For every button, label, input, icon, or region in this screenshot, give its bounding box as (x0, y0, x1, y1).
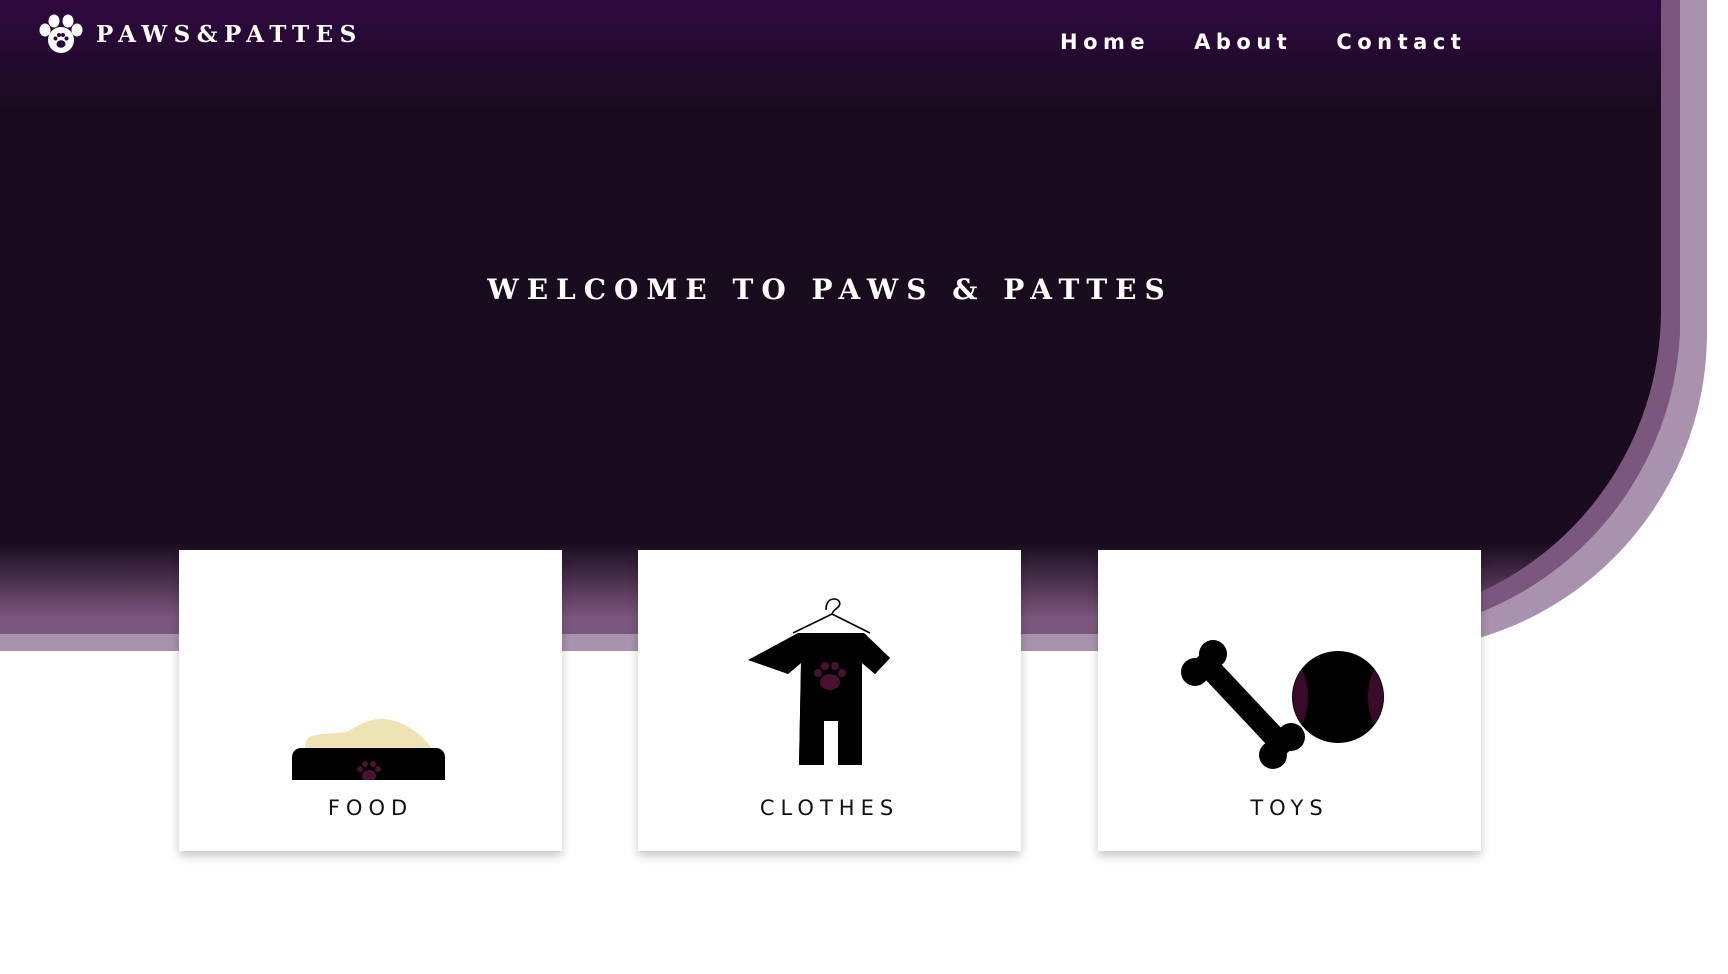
nav-link-about[interactable]: About (1194, 28, 1292, 56)
ball (1292, 651, 1384, 743)
category-label-clothes: CLOTHES (759, 796, 900, 820)
hanger (792, 598, 871, 634)
category-card-food[interactable]: FOOD (179, 550, 562, 851)
nav-link-contact[interactable]: Contact (1336, 28, 1466, 56)
category-label-food: FOOD (327, 796, 414, 820)
bone (1181, 640, 1305, 769)
hero-title: WELCOME TO PAWS & PATTES (487, 273, 1173, 306)
category-label-toys: TOYS (1250, 796, 1329, 820)
page: PAWS&PATTES Home About Contact WELCOME T… (0, 0, 1728, 974)
nav-link-home[interactable]: Home (1060, 28, 1150, 56)
category-card-toys[interactable]: TOYS (1098, 550, 1481, 851)
main-nav: Home About Contact (1060, 28, 1466, 56)
pet-clothes-icon (748, 598, 890, 765)
brand-name: PAWS&PATTES (96, 21, 363, 48)
bone-and-ball-icon (1181, 640, 1384, 769)
food-bowl-icon (292, 718, 445, 780)
paw-print-icon (39, 14, 83, 53)
category-card-clothes[interactable]: CLOTHES (638, 550, 1021, 851)
brand-logo[interactable]: PAWS&PATTES (37, 14, 363, 56)
